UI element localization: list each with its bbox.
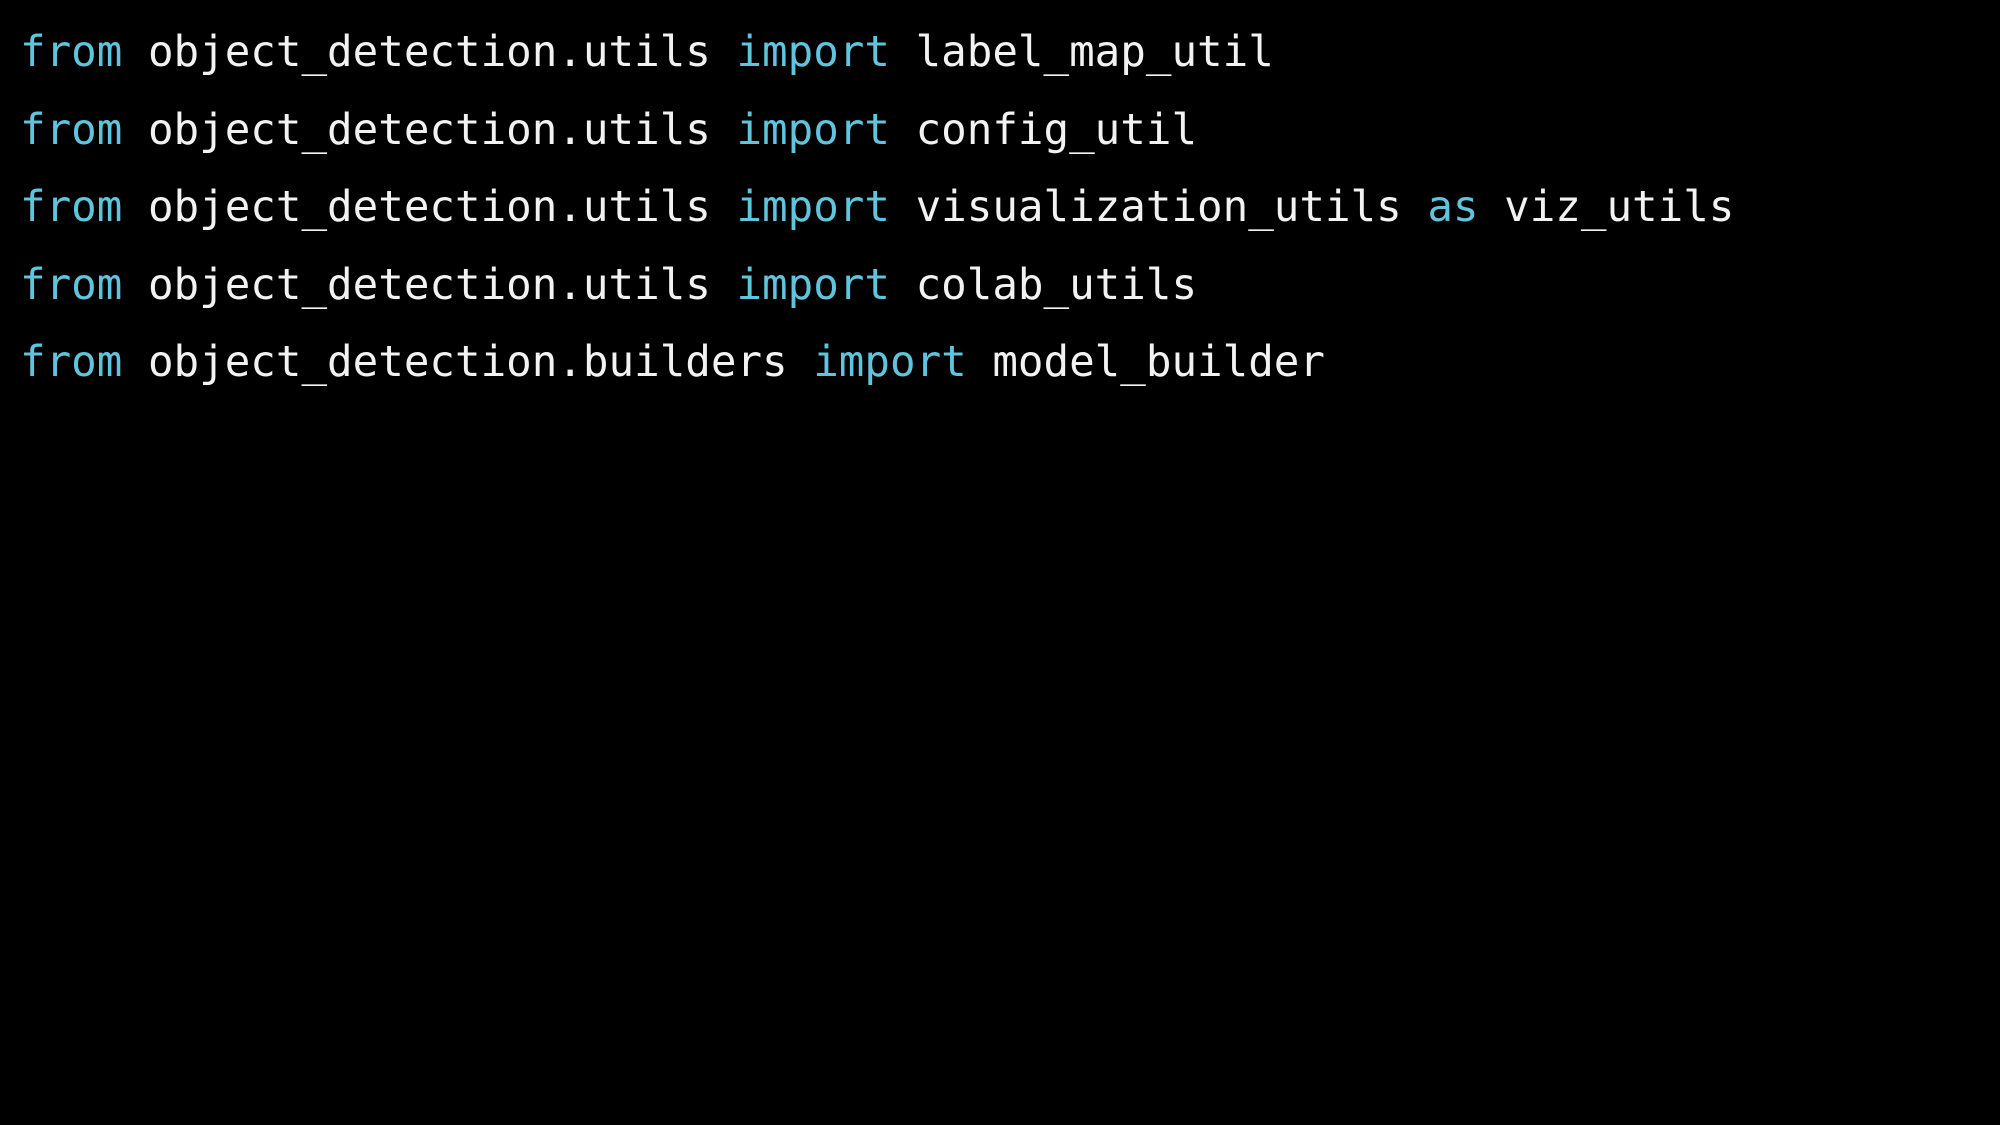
- keyword-from: from: [20, 260, 123, 310]
- keyword-import: import: [736, 183, 890, 232]
- code-block: from object_detection.utils import label…: [20, 14, 1980, 1114]
- imported-name: visualization_utils: [889, 183, 1428, 232]
- keyword-from: from: [20, 338, 123, 387]
- keyword-from: from: [20, 28, 123, 77]
- code-line-3: from object_detection.utils import visua…: [20, 169, 1980, 247]
- keyword-import: import: [813, 338, 967, 387]
- code-line-2: from object_detection.utils import confi…: [20, 92, 1980, 170]
- imported-name: colab_utils: [889, 260, 1198, 310]
- keyword-import: import: [736, 28, 890, 77]
- keyword-from: from: [20, 183, 123, 232]
- keyword-as: as: [1427, 183, 1479, 232]
- keyword-from: from: [20, 105, 123, 155]
- module-path: object_detection.builders: [122, 338, 814, 387]
- module-path: object_detection.utils: [122, 260, 737, 310]
- imported-name: label_map_util: [889, 28, 1274, 77]
- module-path: object_detection.utils: [122, 183, 737, 232]
- alias-name: viz_utils: [1478, 183, 1735, 232]
- keyword-import: import: [736, 260, 890, 310]
- module-path: object_detection.utils: [122, 28, 737, 77]
- imported-name: model_builder: [966, 338, 1325, 387]
- keyword-import: import: [736, 105, 890, 155]
- code-line-5: from object_detection.builders import mo…: [20, 324, 1980, 402]
- module-path: object_detection.utils: [122, 105, 737, 155]
- code-line-4: from object_detection.utils import colab…: [20, 247, 1980, 325]
- code-line-1: from object_detection.utils import label…: [20, 14, 1980, 92]
- imported-name: config_util: [889, 105, 1198, 155]
